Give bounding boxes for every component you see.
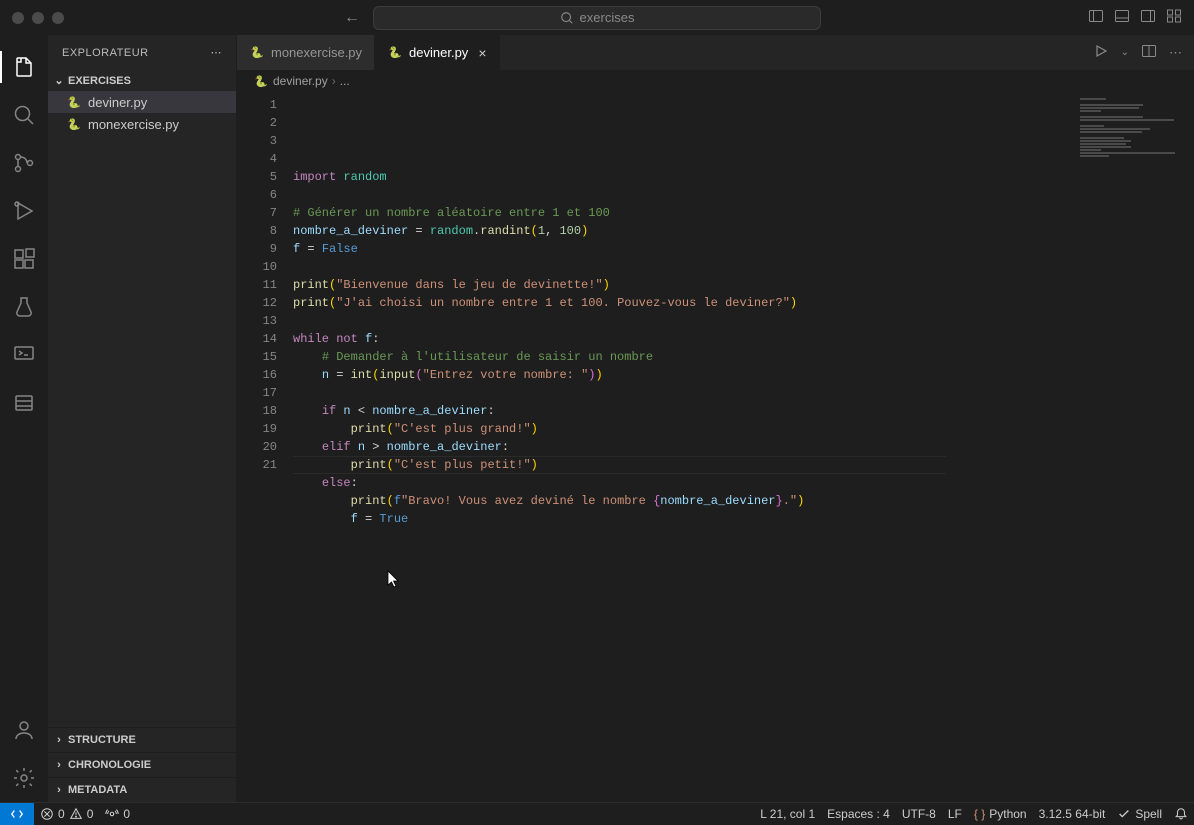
cursor-position[interactable]: L 21, col 1 — [754, 807, 821, 821]
sidebar-section[interactable]: ›METADATA — [48, 777, 236, 802]
close-window-button[interactable] — [12, 12, 24, 24]
indent-button[interactable]: Espaces : 4 — [821, 807, 896, 821]
run-debug-icon[interactable] — [0, 187, 48, 235]
database-icon[interactable] — [0, 379, 48, 427]
breadcrumb-sep: › — [332, 74, 336, 88]
search-icon — [560, 11, 574, 25]
breadcrumb-file: deviner.py — [273, 74, 328, 88]
minimap[interactable] — [1074, 92, 1194, 802]
remote-explorer-icon[interactable] — [0, 331, 48, 379]
mouse-cursor — [315, 552, 327, 570]
layout-left-icon[interactable] — [1088, 8, 1104, 27]
workspace-section[interactable]: ⌄ EXERCISES — [48, 70, 236, 91]
gutter: 123456789101112131415161718192021 — [237, 92, 293, 802]
breadcrumb-tail: ... — [340, 74, 350, 88]
sidebar-section[interactable]: ›STRUCTURE — [48, 727, 236, 752]
split-editor-icon[interactable] — [1141, 43, 1157, 62]
file-name: monexercise.py — [88, 117, 179, 132]
warnings-count: 0 — [87, 807, 94, 821]
workspace-name: EXERCISES — [68, 75, 131, 87]
sidebar-section[interactable]: ›CHRONOLOGIE — [48, 752, 236, 777]
sidebar-title: EXPLORATEUR ⋯ — [48, 35, 236, 70]
search-box[interactable]: exercises — [373, 6, 821, 30]
tab[interactable]: 🐍 monexercise.py — [237, 35, 375, 70]
code-area[interactable]: import random# Générer un nombre aléatoi… — [293, 92, 1074, 802]
source-control-icon[interactable] — [0, 139, 48, 187]
testing-icon[interactable] — [0, 283, 48, 331]
more-actions-icon[interactable]: ⋯ — [1169, 45, 1182, 61]
file-name: deviner.py — [88, 95, 147, 110]
editor[interactable]: 123456789101112131415161718192021 import… — [237, 92, 1194, 802]
chevron-right-icon: › — [52, 784, 66, 796]
tab-label: deviner.py — [409, 45, 468, 60]
title-bar: ← → exercises — [0, 0, 1194, 35]
python-file-icon: 🐍 — [66, 116, 82, 132]
activity-bar — [0, 35, 48, 802]
explorer-icon[interactable] — [0, 43, 48, 91]
minimize-window-button[interactable] — [32, 12, 44, 24]
notifications-icon[interactable] — [1168, 807, 1194, 821]
language-button[interactable]: { } Python — [968, 807, 1033, 821]
window-controls — [0, 12, 64, 24]
search-activity-icon[interactable] — [0, 91, 48, 139]
layout-customize-icon[interactable] — [1166, 8, 1182, 27]
tab-label: monexercise.py — [271, 45, 362, 60]
status-bar: 0 0 0 L 21, col 1 Espaces : 4 UTF-8 LF {… — [0, 802, 1194, 824]
maximize-window-button[interactable] — [52, 12, 64, 24]
search-placeholder: exercises — [580, 10, 635, 25]
file-item[interactable]: 🐍 deviner.py — [48, 91, 236, 113]
sidebar: EXPLORATEUR ⋯ ⌄ EXERCISES 🐍 deviner.py 🐍 mo… — [48, 35, 237, 802]
close-tab-icon[interactable]: × — [478, 45, 486, 61]
python-file-icon: 🐍 — [387, 45, 403, 61]
run-dropdown-icon[interactable]: ⌄ — [1121, 47, 1129, 58]
chevron-right-icon: › — [52, 734, 66, 746]
chevron-down-icon: ⌄ — [52, 74, 66, 87]
sidebar-more-icon[interactable]: ⋯ — [211, 46, 223, 59]
errors-count: 0 — [58, 807, 65, 821]
spell-button[interactable]: Spell — [1111, 807, 1168, 821]
file-tree: 🐍 deviner.py 🐍 monexercise.py — [48, 91, 236, 727]
eol-button[interactable]: LF — [942, 807, 968, 821]
tab[interactable]: 🐍 deviner.py × — [375, 35, 499, 70]
nav-back-icon[interactable]: ← — [344, 9, 360, 27]
settings-icon[interactable] — [0, 754, 48, 802]
breadcrumbs[interactable]: 🐍 deviner.py › ... — [237, 70, 1194, 92]
ports-button[interactable]: 0 — [99, 807, 136, 821]
tabs-bar: 🐍 monexercise.py 🐍 deviner.py × ⌄ ⋯ — [237, 35, 1194, 70]
layout-bottom-icon[interactable] — [1114, 8, 1130, 27]
run-button-icon[interactable] — [1093, 43, 1109, 62]
python-file-icon: 🐍 — [253, 73, 269, 89]
editor-area: 🐍monexercise.py🐍deviner.py× ⌄ ⋯ 🐍 devine… — [237, 35, 1194, 802]
remote-button[interactable] — [0, 803, 34, 825]
encoding-button[interactable]: UTF-8 — [896, 807, 942, 821]
problems-button[interactable]: 0 0 — [34, 807, 99, 821]
extensions-icon[interactable] — [0, 235, 48, 283]
sidebar-title-label: EXPLORATEUR — [62, 47, 149, 59]
file-item[interactable]: 🐍 monexercise.py — [48, 113, 236, 135]
accounts-icon[interactable] — [0, 706, 48, 754]
layout-right-icon[interactable] — [1140, 8, 1156, 27]
python-version-button[interactable]: 3.12.5 64-bit — [1033, 807, 1112, 821]
chevron-right-icon: › — [52, 759, 66, 771]
python-file-icon: 🐍 — [249, 45, 265, 61]
python-file-icon: 🐍 — [66, 94, 82, 110]
ports-count: 0 — [123, 807, 130, 821]
